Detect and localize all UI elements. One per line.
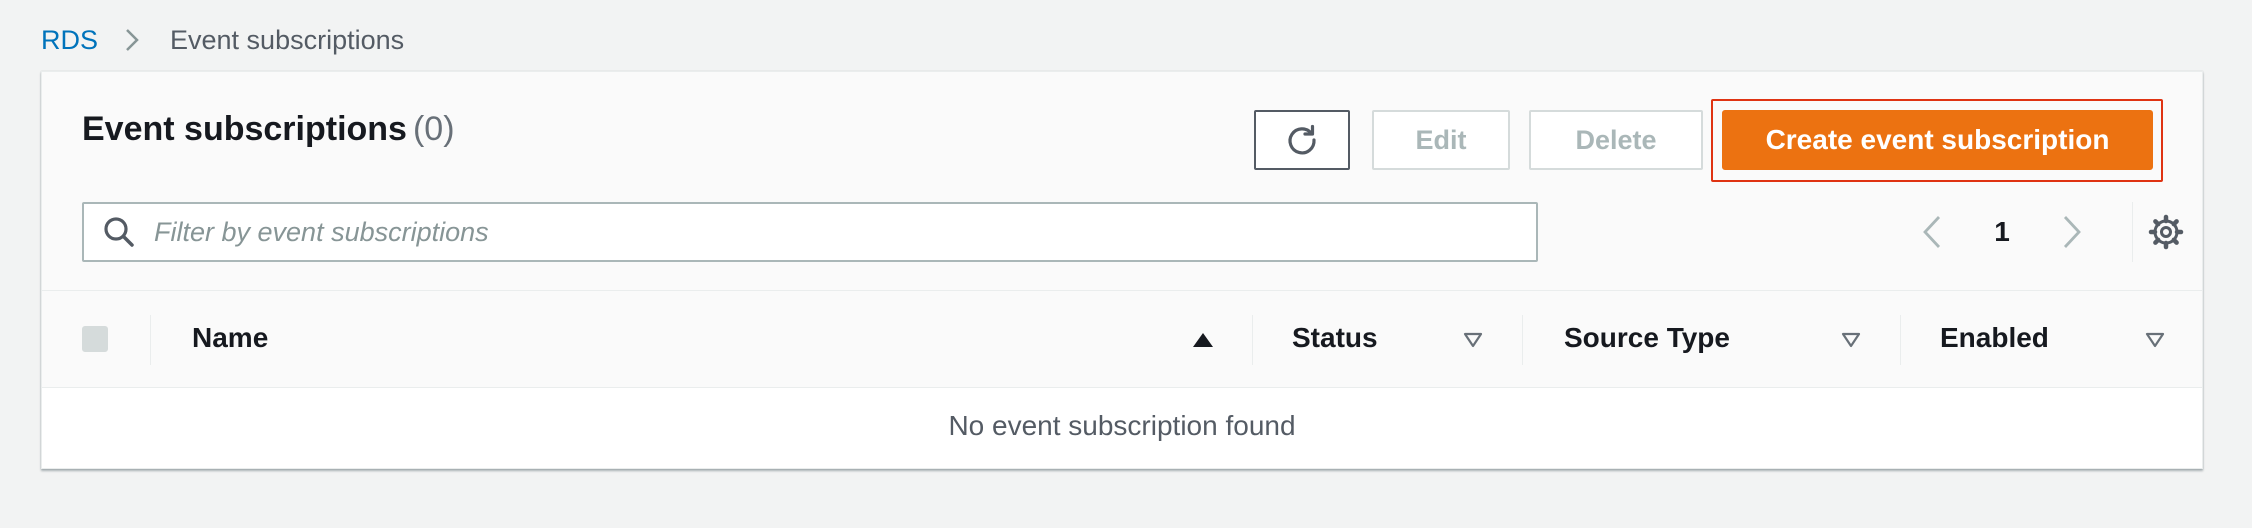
pagination-prev-button[interactable] — [1912, 210, 1952, 254]
column-header-enabled[interactable]: Enabled — [1940, 322, 2049, 354]
subscription-count: (0) — [412, 110, 455, 148]
create-event-subscription-button[interactable]: Create event subscription — [1722, 110, 2153, 170]
breadcrumb: RDS Event subscriptions — [41, 22, 404, 58]
column-header-source-type[interactable]: Source Type — [1564, 322, 1730, 354]
event-subscriptions-panel: Event subscriptions (0) Edit Delete Creat… — [41, 71, 2203, 469]
table-body: No event subscription found — [42, 388, 2202, 468]
caret-down-outline-icon[interactable] — [1460, 327, 1486, 353]
breadcrumb-current: Event subscriptions — [170, 24, 405, 55]
rds-event-subscriptions-page: RDS Event subscriptions Event subscripti… — [0, 0, 2252, 528]
pagination-divider — [2132, 202, 2133, 262]
caret-down-outline-icon[interactable] — [2142, 327, 2168, 353]
search-icon — [100, 213, 138, 251]
page-title: Event subscriptions (0) — [82, 110, 455, 149]
pagination-current-page[interactable]: 1 — [1982, 210, 2022, 254]
chevron-right-icon — [2061, 214, 2083, 250]
search-field — [82, 202, 1538, 262]
edit-button[interactable]: Edit — [1372, 110, 1510, 170]
column-divider — [1522, 315, 1523, 365]
refresh-icon — [1284, 122, 1320, 158]
column-divider — [1252, 315, 1253, 365]
column-header-status[interactable]: Status — [1292, 322, 1378, 354]
column-divider — [150, 315, 151, 365]
chevron-right-icon — [112, 27, 152, 53]
empty-state-message: No event subscription found — [948, 410, 1296, 441]
delete-button[interactable]: Delete — [1529, 110, 1703, 170]
select-all-checkbox[interactable] — [82, 326, 108, 352]
caret-up-icon[interactable] — [1190, 327, 1216, 353]
table-preferences-button[interactable] — [2142, 208, 2190, 256]
refresh-button[interactable] — [1254, 110, 1350, 170]
caret-down-outline-icon[interactable] — [1838, 327, 1864, 353]
search-input[interactable] — [152, 211, 1536, 253]
column-divider — [1900, 315, 1901, 365]
table-header: Name Status Source Type Enabled — [42, 290, 2202, 388]
column-header-name[interactable]: Name — [192, 322, 268, 354]
pagination-next-button[interactable] — [2052, 210, 2092, 254]
breadcrumb-rds-link[interactable]: RDS — [41, 25, 98, 56]
panel-title-text: Event subscriptions — [82, 110, 407, 148]
chevron-left-icon — [1921, 214, 1943, 250]
gear-icon — [2148, 214, 2184, 250]
